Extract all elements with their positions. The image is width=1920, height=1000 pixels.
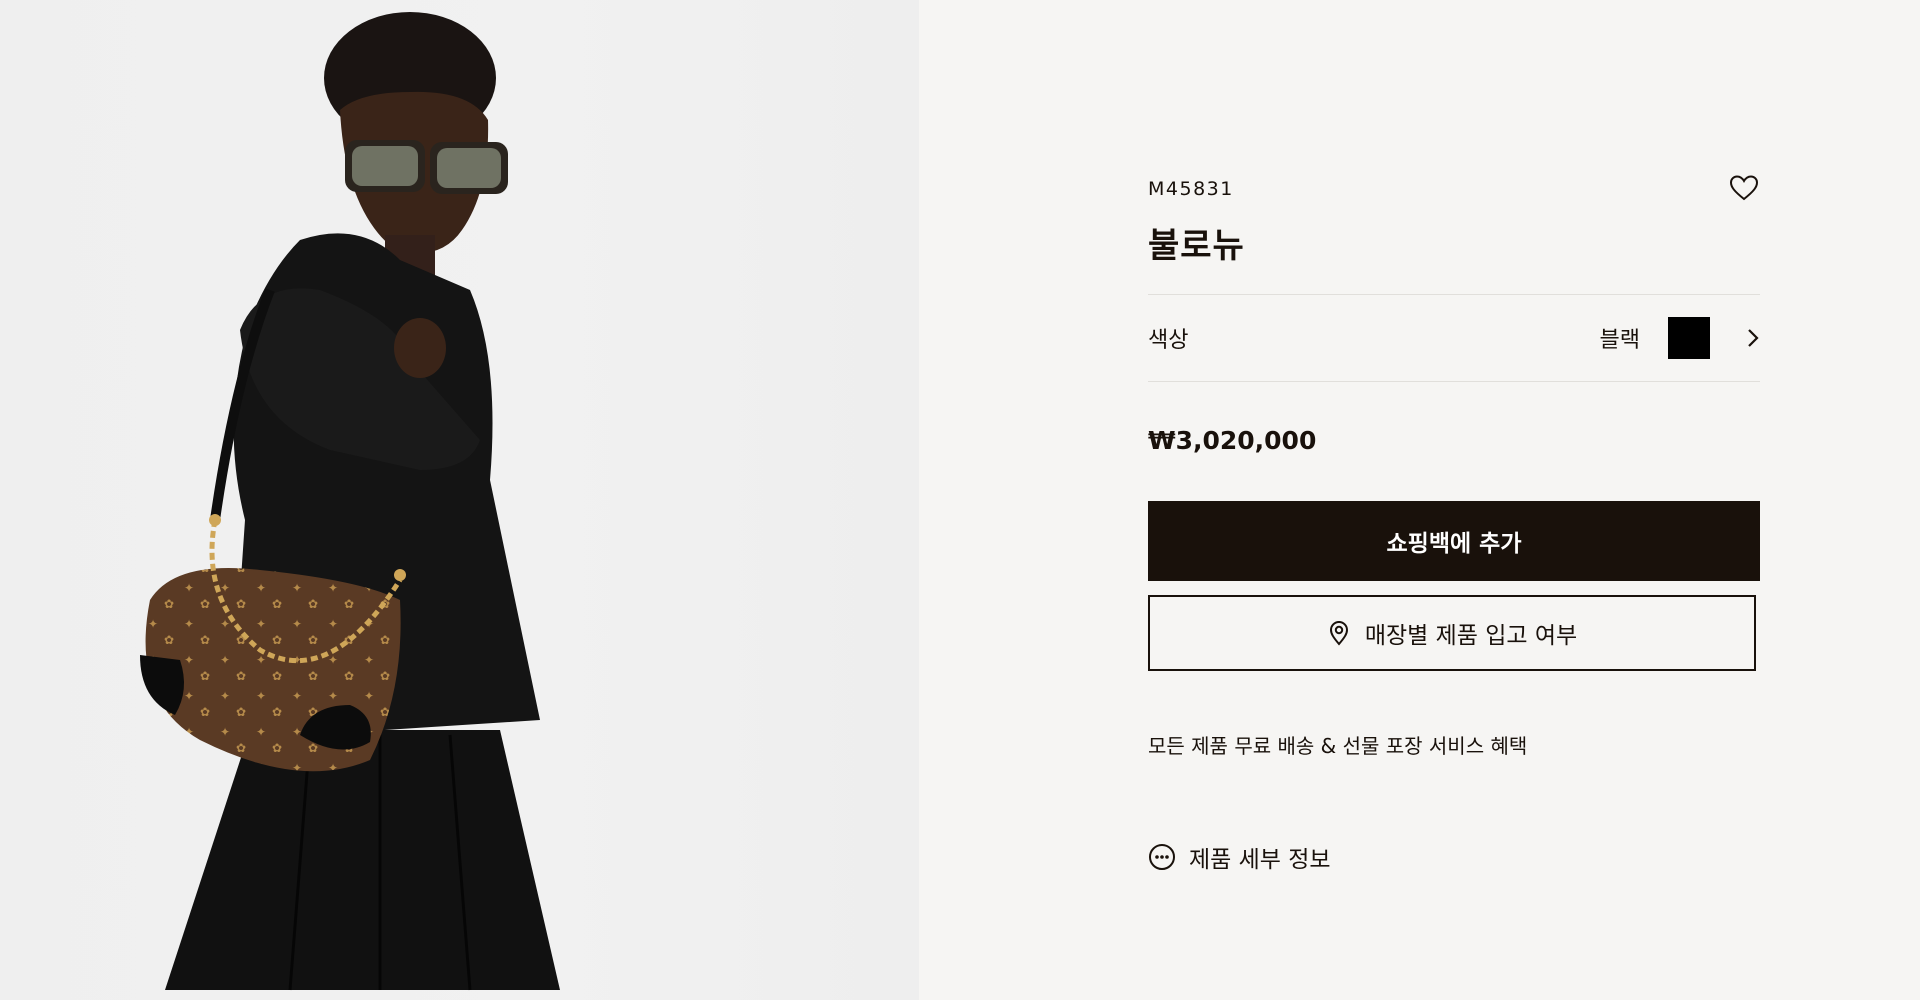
shipping-perks-text: 모든 제품 무료 배송 & 선물 포장 서비스 혜택: [1148, 734, 1528, 758]
product-details-link[interactable]: 제품 세부 정보: [1148, 840, 1331, 874]
product-details-label: 제품 세부 정보: [1189, 847, 1331, 873]
chevron-right-icon: [1748, 329, 1759, 347]
store-availability-label: 매장별 제품 입고 여부: [1364, 623, 1578, 649]
product-sku: M45831: [1148, 178, 1234, 200]
add-to-bag-label: 쇼핑백에 추가: [1386, 531, 1522, 557]
product-price: ₩3,020,000: [1148, 426, 1317, 455]
add-to-bag-button[interactable]: 쇼핑백에 추가: [1148, 501, 1760, 581]
divider: [1148, 381, 1760, 382]
color-selector[interactable]: 색상 블랙: [1148, 295, 1760, 381]
product-photo: ✦ ✿: [0, 0, 919, 1000]
product-title: 불로뉴: [1148, 226, 1245, 266]
color-swatch: [1668, 317, 1710, 359]
more-dots-icon: [1149, 844, 1175, 870]
color-value: 블랙: [1599, 328, 1640, 353]
heart-icon[interactable]: [1728, 172, 1760, 204]
color-label: 색상: [1148, 328, 1189, 353]
location-pin-icon: [1329, 620, 1348, 646]
model-with-bag-illustration: ✦ ✿: [140, 12, 560, 991]
store-availability-button[interactable]: 매장별 제품 입고 여부: [1148, 595, 1756, 671]
